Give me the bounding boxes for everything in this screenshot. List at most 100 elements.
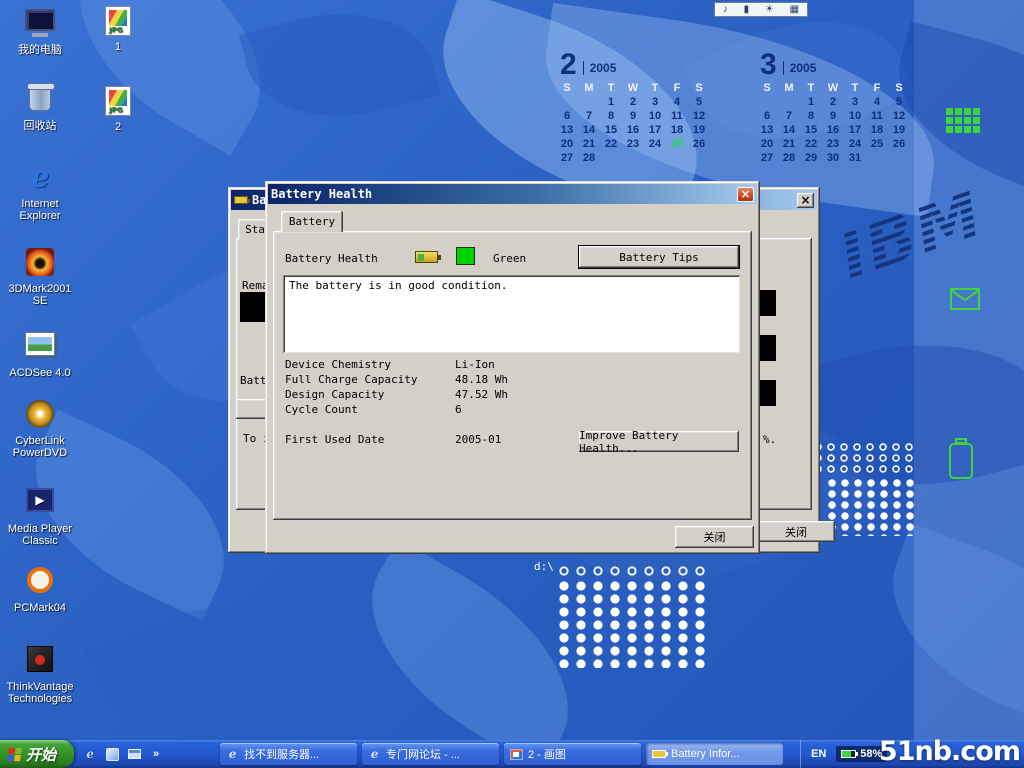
icon-label: PCMark04 <box>2 602 78 614</box>
calendar-day: 9 <box>622 110 644 124</box>
calendar-day: 9 <box>822 110 844 124</box>
powerdvd-icon <box>23 400 57 432</box>
calendar-day: 19 <box>888 124 910 138</box>
chevron-more-icon[interactable]: » <box>148 746 164 762</box>
icon-label: Internet Explorer <box>2 198 78 222</box>
desktop-icon-my-computer[interactable]: 我的电脑 <box>2 6 78 56</box>
internet-explorer-icon: e <box>23 163 57 195</box>
desktop-icon-internet-explorer[interactable]: e Internet Explorer <box>2 163 78 222</box>
desktop-icon-recycle-bin[interactable]: 回收站 <box>2 82 78 132</box>
battery-tips-button[interactable]: Battery Tips <box>579 246 739 268</box>
calendar-day: 25 <box>866 138 888 152</box>
percent-text: %. <box>763 433 776 446</box>
calendar-header: 2 2005 <box>556 52 716 78</box>
battery-icon <box>415 251 438 263</box>
system-tray: EN 58% <box>800 740 887 768</box>
task-button-forum[interactable]: e 专门网论坛 - ... <box>362 743 499 765</box>
calendar-day: 25 <box>666 138 688 152</box>
desktop-file-2[interactable]: JPG 2 <box>94 86 142 133</box>
calendar-day: 13 <box>556 124 578 138</box>
dot-pattern <box>556 565 710 579</box>
calendar-day: 2 <box>622 96 644 110</box>
battery-health-window: Battery Health × Battery Battery Health … <box>265 181 760 554</box>
field-label: First Used Date <box>285 433 384 446</box>
icon-label: ACDSee 4.0 <box>2 367 78 379</box>
desktop-icon-3dmark2001[interactable]: 3DMark2001 SE <box>2 246 78 307</box>
battery-cell <box>759 290 776 316</box>
close-icon[interactable]: × <box>797 193 814 208</box>
calendar-day <box>622 152 644 166</box>
calendar-day-header: T <box>844 82 866 96</box>
tab-battery[interactable]: Battery <box>281 211 343 232</box>
calendar-day-header: S <box>688 82 710 96</box>
field-label: Design Capacity <box>285 388 384 401</box>
calendar-day: 14 <box>578 124 600 138</box>
close-icon[interactable]: × <box>737 187 754 202</box>
field-value: 6 <box>455 403 462 416</box>
calendar-day: 6 <box>556 110 578 124</box>
paint-icon <box>510 748 523 761</box>
calendar-day-header: S <box>556 82 578 96</box>
health-color-swatch <box>456 247 475 265</box>
calendar-day: 7 <box>578 110 600 124</box>
start-button[interactable]: 开始 <box>0 740 74 768</box>
desktop-icon-acdsee[interactable]: ACDSee 4.0 <box>2 328 78 379</box>
desktop-icon-powerdvd[interactable]: CyberLink PowerDVD <box>2 398 78 459</box>
calendar-year: 2005 <box>790 61 817 75</box>
dot-pattern <box>826 478 917 536</box>
windows-flag-icon <box>7 748 22 761</box>
calendar-day-header: T <box>800 82 822 96</box>
task-button-battery-information[interactable]: Battery Infor... <box>646 743 783 765</box>
display-icon: ▦ <box>790 4 799 15</box>
desktop-icon-pcmark04[interactable]: PCMark04 <box>2 564 78 614</box>
calendar-day: 17 <box>644 124 666 138</box>
desktop-icon-media-player-classic[interactable]: ▶ Media Player Classic <box>2 484 78 547</box>
close-button[interactable]: 关闭 <box>675 526 754 548</box>
file-label: 1 <box>94 41 142 53</box>
show-desktop-icon[interactable] <box>126 746 142 762</box>
calendar-day: 26 <box>888 138 910 152</box>
mute-icon: ▮ <box>744 4 750 15</box>
internet-explorer-icon: e <box>368 748 381 761</box>
desktop-icon-thinkvantage[interactable]: ThinkVantage Technologies <box>2 643 78 705</box>
taskbar: 开始 e » e 找不到服务器... e 专门网论坛 - ... 2 - 画图 … <box>0 740 1024 768</box>
improve-battery-health-button[interactable]: Improve Battery Health... <box>579 431 739 452</box>
calendar-day: 13 <box>756 124 778 138</box>
calendar-day: 2 <box>822 96 844 110</box>
health-status: Green <box>493 252 526 265</box>
field-label: Device Chemistry <box>285 358 391 371</box>
calendar-day: 4 <box>866 96 888 110</box>
calendar-month: 2 <box>560 52 577 78</box>
condition-textbox[interactable]: The battery is in good condition. <box>283 275 740 353</box>
leaf-shape <box>84 560 376 768</box>
3dmark-icon <box>23 248 57 280</box>
health-label: Battery Health <box>285 252 378 265</box>
calendar-day-header: M <box>578 82 600 96</box>
close-button[interactable]: 关闭 <box>757 521 835 542</box>
dot-pattern <box>556 580 710 668</box>
calendar-day: 21 <box>778 138 800 152</box>
calendar-separator <box>583 61 584 75</box>
keypad-icon <box>946 108 980 133</box>
calendar-day-header: S <box>888 82 910 96</box>
task-buttons: e 找不到服务器... e 专门网论坛 - ... 2 - 画图 Battery… <box>220 743 783 765</box>
calendar-day: 27 <box>756 152 778 166</box>
battery-icon <box>652 748 666 761</box>
battery-cell <box>759 335 776 361</box>
calendar-day <box>688 152 710 166</box>
calendar-day: 14 <box>778 124 800 138</box>
media-player-icon[interactable] <box>104 746 120 762</box>
internet-explorer-icon[interactable]: e <box>82 746 98 762</box>
calendar-day <box>578 96 600 110</box>
desktop-file-1[interactable]: JPG 1 <box>94 6 142 53</box>
task-button-paint[interactable]: 2 - 画图 <box>504 743 641 765</box>
calendar-day-header: W <box>622 82 644 96</box>
task-button-server-not-found[interactable]: e 找不到服务器... <box>220 743 357 765</box>
calendar-day: 20 <box>756 138 778 152</box>
language-indicator[interactable]: EN <box>811 748 826 760</box>
title-bar[interactable]: Battery Health × <box>268 184 757 204</box>
calendar-header: 3 2005 <box>756 52 916 78</box>
task-label: 专门网论坛 - ... <box>386 746 460 762</box>
calendar-grid: SMTWTFS123456789101112131415161718192021… <box>556 82 716 166</box>
icon-label: CyberLink PowerDVD <box>2 435 78 459</box>
